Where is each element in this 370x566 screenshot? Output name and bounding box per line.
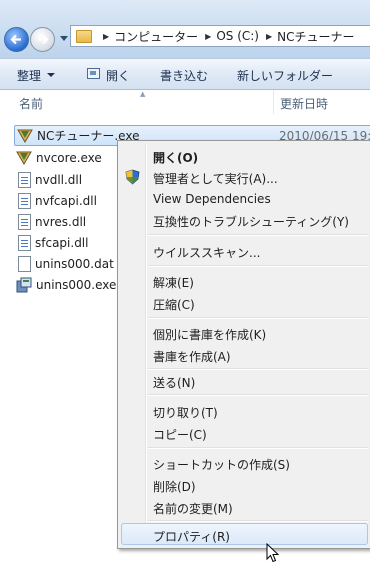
organize-button[interactable]: 整理 [17,67,41,84]
mouse-pointer-icon [266,543,279,563]
menu-item-create-shortcut[interactable]: ショートカットの作成(S) [153,456,290,473]
chevron-right-icon[interactable]: ▶ [205,32,211,41]
file-name: nvdll.dll [35,172,83,187]
menu-separator [148,234,368,236]
menu-item-delete[interactable]: 削除(D) [153,478,196,495]
menu-separator [148,265,368,267]
chevron-down-icon [47,73,55,77]
back-button[interactable] [4,27,29,52]
arrow-right-icon [38,34,49,45]
menu-item-send-to[interactable]: 送る(N) [153,374,195,391]
menu-item-cut[interactable]: 切り取り(T) [153,404,218,421]
command-bar: 整理 開く 書き込む 新しいフォルダー [0,58,370,90]
menu-item-view-dependencies[interactable]: View Dependencies [153,192,271,206]
dll-icon [18,234,31,251]
menu-item-extract[interactable]: 解凍(E) [153,274,194,291]
menu-item-create-each-archive[interactable]: 個別に書庫を作成(K) [153,326,266,343]
menu-item-open[interactable]: 開く(O) [153,149,198,166]
exe-tuner-icon [17,129,33,143]
column-divider[interactable] [273,90,274,114]
folder-icon [76,29,92,43]
address-bar-area: ▶ コンピューター ▶ OS (C:) ▶ NCチューナー [0,0,370,58]
exe-tuner-icon [16,151,32,165]
file-row[interactable]: unins000.dat [16,253,114,274]
forward-button[interactable] [30,27,55,52]
new-folder-button[interactable]: 新しいフォルダー [237,67,333,84]
breadcrumb-folder[interactable]: NCチューナー [277,28,354,45]
open-button[interactable]: 開く [106,67,130,84]
file-name: unins000.dat [35,256,114,271]
uac-shield-icon [125,169,140,185]
breadcrumb-computer[interactable]: コンピューター [114,28,198,45]
menu-item-create-archive[interactable]: 書庫を作成(A) [153,348,231,365]
context-menu: 開く(O) 管理者として実行(A)... View Dependencies 互… [117,140,370,549]
sort-ascending-icon: ▲ [140,90,146,98]
menu-separator [148,317,368,319]
burn-button[interactable]: 書き込む [160,67,208,84]
recent-pages-dropdown[interactable] [60,36,68,41]
menu-item-rename[interactable]: 名前の変更(M) [153,500,233,517]
file-row[interactable]: nvfcapi.dll [16,190,97,211]
column-header-date[interactable]: 更新日時 [280,95,328,112]
chevron-right-icon[interactable]: ▶ [266,32,272,41]
menu-gutter [145,143,147,546]
menu-item-compress[interactable]: 圧縮(C) [153,296,195,313]
menu-item-compat-troubleshoot[interactable]: 互換性のトラブルシューティング(Y) [153,213,349,230]
file-name: sfcapi.dll [35,235,89,250]
arrow-left-icon [10,34,21,45]
dll-icon [18,171,31,188]
dat-file-icon [18,255,31,272]
file-row[interactable]: nvdll.dll [16,169,82,190]
dll-icon [18,192,31,209]
file-row[interactable]: sfcapi.dll [16,232,88,253]
dll-icon [18,213,31,230]
menu-separator [148,447,368,449]
column-header-name[interactable]: 名前 [19,95,43,112]
file-row[interactable]: nvres.dll [16,211,86,232]
open-program-icon [87,68,100,79]
menu-separator [148,520,368,522]
menu-item-run-as-admin[interactable]: 管理者として実行(A)... [153,170,278,187]
file-row[interactable]: unins000.exe [16,274,116,295]
chevron-right-icon[interactable]: ▶ [103,32,109,41]
breadcrumb-drive[interactable]: OS (C:) [216,29,259,43]
menu-item-properties[interactable]: プロパティ(R) [153,528,230,545]
address-box[interactable]: ▶ コンピューター ▶ OS (C:) ▶ NCチューナー [70,25,370,47]
menu-separator [148,394,368,396]
installer-icon [16,277,32,292]
menu-separator [148,368,368,370]
file-name: nvres.dll [35,214,87,229]
file-name: unins000.exe [36,277,117,292]
menu-item-virus-scan[interactable]: ウイルススキャン... [153,244,260,261]
file-name: nvfcapi.dll [35,193,97,208]
menu-item-copy[interactable]: コピー(C) [153,426,207,443]
file-name: nvcore.exe [36,150,102,165]
file-row[interactable]: nvcore.exe [16,147,102,168]
